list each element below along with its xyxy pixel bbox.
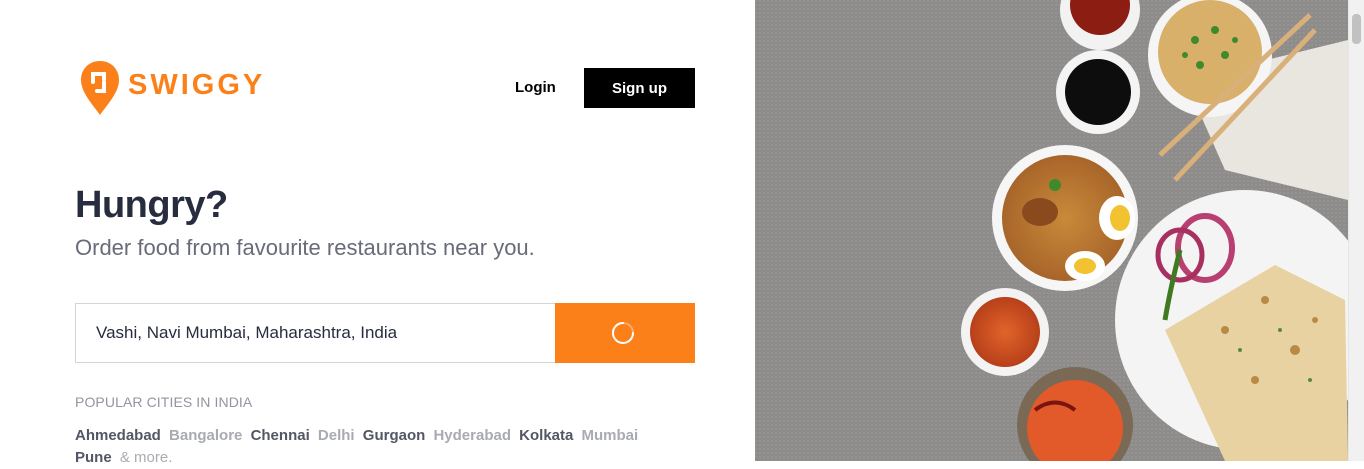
popular-cities-list: Ahmedabad Bangalore Chennai Delhi Gurgao… xyxy=(75,425,655,469)
landing-panel: SWIGGY Login Sign up Hungry? Order food … xyxy=(0,0,755,466)
signup-button[interactable]: Sign up xyxy=(584,68,695,108)
food-hero-image xyxy=(755,0,1348,461)
scrollbar-thumb[interactable] xyxy=(1352,14,1361,44)
hero-title: Hungry? xyxy=(75,184,228,226)
city-link[interactable]: Pune xyxy=(75,449,112,466)
city-link[interactable]: Ahmedabad xyxy=(75,427,161,444)
page-scrollbar[interactable] xyxy=(1348,0,1364,461)
loading-spinner-icon xyxy=(612,322,634,344)
hero-subtitle: Order food from favourite restaurants ne… xyxy=(75,235,535,260)
brand-logo[interactable]: SWIGGY xyxy=(80,60,265,116)
location-search xyxy=(75,303,695,363)
more-cities-link[interactable]: & more. xyxy=(120,449,173,466)
swiggy-pin-logo-icon xyxy=(81,61,119,115)
city-link[interactable]: Chennai xyxy=(251,427,310,444)
login-link[interactable]: Login xyxy=(508,68,563,108)
city-link[interactable]: Kolkata xyxy=(519,427,573,444)
food-spread-illustration xyxy=(755,0,1348,461)
find-food-button[interactable] xyxy=(555,303,695,363)
location-input[interactable] xyxy=(75,303,555,363)
brand-name: SWIGGY xyxy=(128,68,266,101)
city-link[interactable]: Delhi xyxy=(318,427,355,444)
city-link[interactable]: Hyderabad xyxy=(433,427,511,444)
popular-cities-label: POPULAR CITIES IN INDIA xyxy=(75,394,253,410)
city-link[interactable]: Bangalore xyxy=(169,427,242,444)
city-link[interactable]: Gurgaon xyxy=(363,427,426,444)
city-link[interactable]: Mumbai xyxy=(582,427,639,444)
